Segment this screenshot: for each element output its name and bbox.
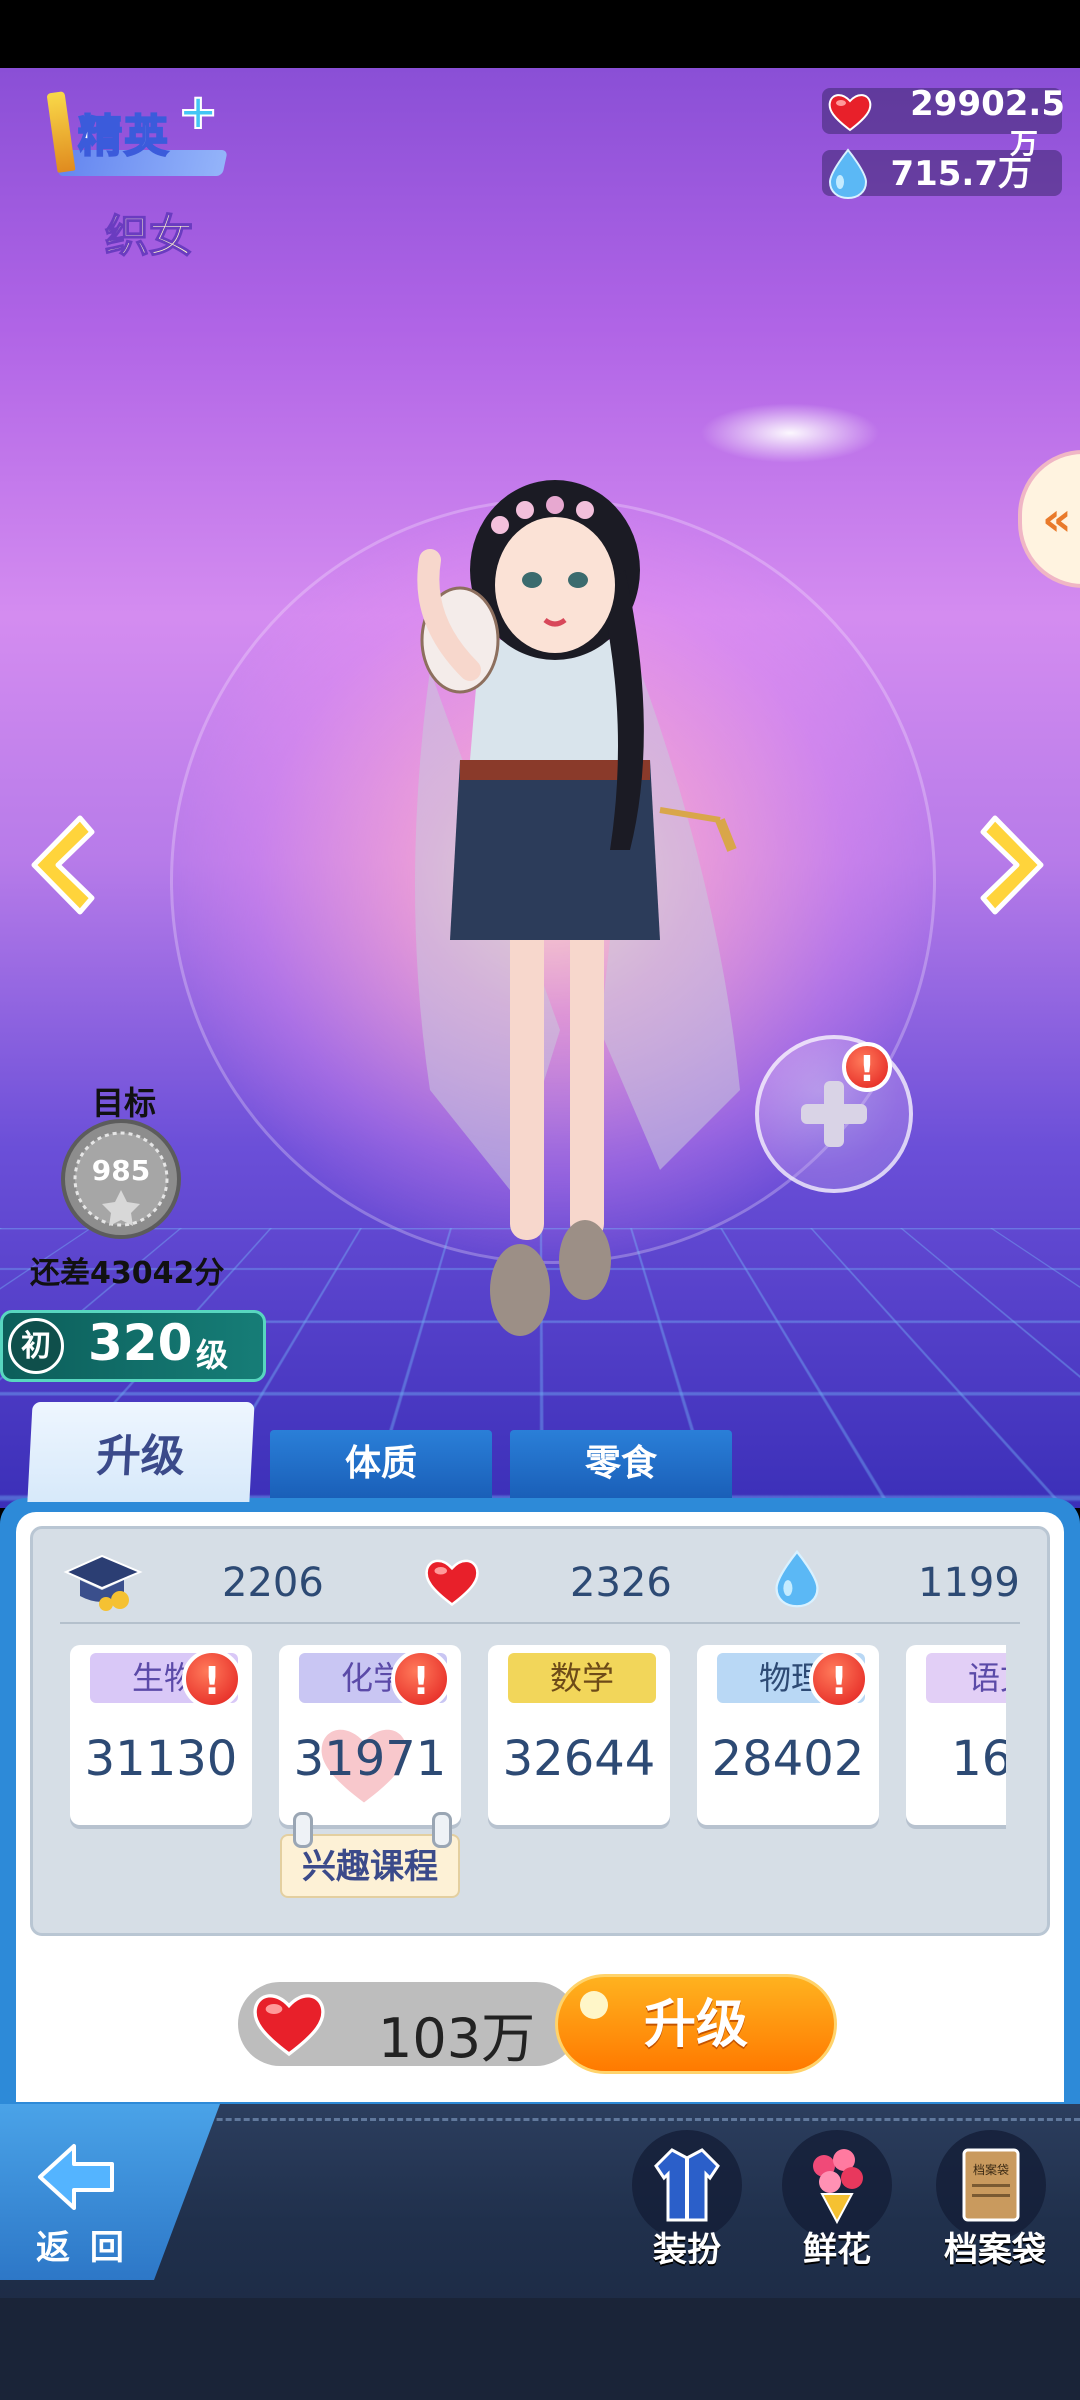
heart-icon <box>253 1994 325 2057</box>
subject-score: 163 <box>951 1731 1006 1787</box>
level-unit: 级 <box>196 1336 229 1374</box>
graduation-cap-icon <box>63 1554 143 1611</box>
flower-label[interactable]: 鲜花 <box>780 2222 894 2271</box>
archive-folder-text: 档案袋 <box>973 2162 1009 2177</box>
hearts-value: 29902.5 <box>910 84 1065 124</box>
back-arrow-icon[interactable] <box>34 2140 118 2214</box>
divider <box>60 1622 1020 1624</box>
target-diff-text: 还差43042分 <box>30 1256 225 1291</box>
target-medal-icon[interactable]: 985 <box>60 1118 182 1240</box>
prev-character-arrow[interactable] <box>20 810 100 920</box>
status-bar <box>0 0 1080 68</box>
system-nav-area <box>0 2298 1080 2400</box>
jacket-icon <box>654 2148 720 2222</box>
subject-score: 28402 <box>711 1731 865 1787</box>
tag-ring <box>293 1812 313 1848</box>
subject-score: 31130 <box>84 1731 238 1787</box>
next-character-arrow[interactable] <box>975 810 1055 920</box>
light-flare <box>700 403 880 463</box>
heart-icon <box>425 1559 479 1607</box>
back-label[interactable]: 返 回 <box>36 2220 128 2269</box>
alert-badge-icon: ! <box>391 1649 451 1709</box>
subject-score: 32644 <box>502 1731 656 1787</box>
level-rank: 初 <box>8 1318 64 1374</box>
education-value: 2206 <box>222 1560 324 1606</box>
tab-snack[interactable]: 零食 <box>510 1430 732 1498</box>
heart-stat-value: 2326 <box>570 1560 672 1606</box>
subject-name: 数学 <box>508 1653 656 1703</box>
subject-name: 语文 <box>926 1653 1006 1703</box>
heart-icon <box>828 94 872 132</box>
tab-upgrade[interactable]: 升级 <box>27 1402 255 1502</box>
tag-ring <box>432 1812 452 1848</box>
water-value: 715.7万 <box>890 154 1032 194</box>
upgrade-cost-value: 103万 <box>378 2007 536 2070</box>
water-stat-value: 1199 <box>918 1560 1020 1606</box>
alert-badge-icon: ! <box>182 1649 242 1709</box>
character-figure <box>415 480 740 1336</box>
level-number: 320 <box>88 1314 193 1372</box>
upgrade-button[interactable]: 升级 <box>555 1974 837 2074</box>
tab-physique[interactable]: 体质 <box>270 1430 492 1498</box>
logo-text: 精英 <box>77 110 170 163</box>
alert-badge-icon: ! <box>809 1649 869 1709</box>
medal-text: 985 <box>92 1154 150 1187</box>
file-bag-label[interactable]: 档案袋 <box>932 2222 1058 2271</box>
subject-card-physics[interactable]: 物理 28402 ! <box>697 1645 879 1825</box>
subject-card-chemistry[interactable]: 化学 31971 ! <box>279 1645 461 1825</box>
upgrade-button-label: 升级 <box>643 1995 748 2055</box>
character-name: 织女 <box>104 210 194 263</box>
flower-bouquet-icon <box>813 2149 863 2224</box>
archive-folder-icon: 档案袋 <box>962 2148 1020 2222</box>
subject-card-biology[interactable]: 生物 31130 ! <box>70 1645 252 1825</box>
water-drop-icon <box>775 1549 819 1608</box>
subject-card-chinese[interactable]: 语文 163 <box>906 1645 1006 1825</box>
alert-badge-icon: ! <box>842 1042 892 1092</box>
logo-plus: + <box>177 83 219 141</box>
subject-list[interactable]: 生物 31130 ! 化学 31971 ! 数学 32644 物理 28402 … <box>68 1645 1006 1830</box>
subject-card-math[interactable]: 数学 32644 <box>488 1645 670 1825</box>
double-chevron-left-icon: « <box>1042 492 1072 546</box>
subject-score: 31971 <box>293 1731 447 1787</box>
water-drop-icon <box>828 148 868 200</box>
dress-up-label[interactable]: 装扮 <box>630 2222 744 2271</box>
